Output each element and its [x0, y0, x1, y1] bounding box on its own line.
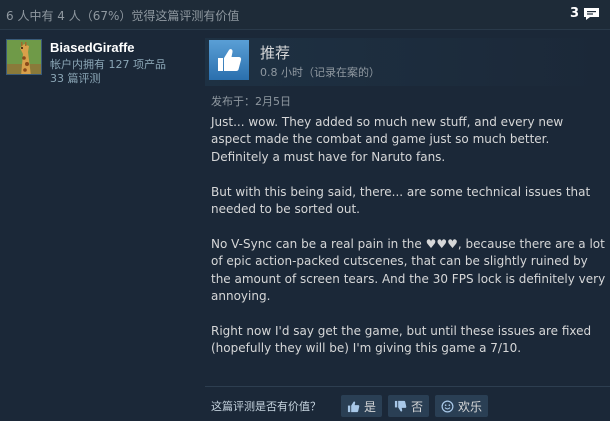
helpful-summary: 6 人中有 4 人（67%）觉得这篇评测有价值	[6, 9, 240, 23]
thumbs-up-badge	[209, 40, 249, 80]
review-paragraph: Just... wow. They added so much new stuf…	[211, 115, 564, 164]
vote-no-label: 否	[411, 399, 424, 414]
thumbs-up-icon	[347, 400, 360, 412]
vote-no-button[interactable]: 否	[388, 395, 430, 417]
review-verdict-header[interactable]: 推荐 0.8 小时（记录在案的）	[205, 38, 610, 86]
vote-funny-button[interactable]: 欢乐	[435, 395, 489, 417]
vote-funny-label: 欢乐	[458, 399, 483, 414]
review-paragraph: Right now I'd say get the game, but unti…	[211, 323, 592, 356]
review-body: Just... wow. They added so much new stuf…	[211, 114, 606, 375]
review-posted-date: 发布于：2月5日	[211, 95, 291, 108]
author-username-link[interactable]: BiasedGiraffe	[50, 40, 135, 55]
vote-controls: 这篇评测是否有价值？ 是 否 欢乐	[211, 395, 489, 417]
vote-yes-button[interactable]: 是	[341, 395, 383, 417]
author-panel: BiasedGiraffe 帐户内拥有 127 项产品 33 篇评测	[0, 30, 195, 421]
review-helpfulness-bar: 6 人中有 4 人（67%）觉得这篇评测有价值 3	[0, 0, 610, 30]
giraffe-avatar-icon	[7, 40, 41, 74]
thumbs-down-icon	[394, 400, 407, 412]
comment-icon	[584, 7, 599, 20]
comment-count-value: 3	[569, 6, 579, 21]
vote-divider	[205, 386, 610, 387]
avatar[interactable]	[6, 39, 42, 75]
review-paragraph: But with this being said, there... are s…	[211, 184, 591, 217]
vote-yes-label: 是	[364, 399, 377, 414]
vote-prompt: 这篇评测是否有价值？	[211, 400, 321, 413]
smiley-icon	[441, 400, 454, 412]
review-verdict: 推荐	[260, 44, 291, 62]
review-paragraph: No V-Sync can be a real pain in the ♥♥♥,…	[211, 236, 606, 304]
thumbs-up-icon	[218, 49, 242, 71]
author-review-count[interactable]: 33 篇评测	[50, 70, 101, 86]
review-hours-played: 0.8 小时（记录在案的）	[260, 66, 380, 79]
comment-count-button[interactable]: 3	[570, 6, 600, 21]
